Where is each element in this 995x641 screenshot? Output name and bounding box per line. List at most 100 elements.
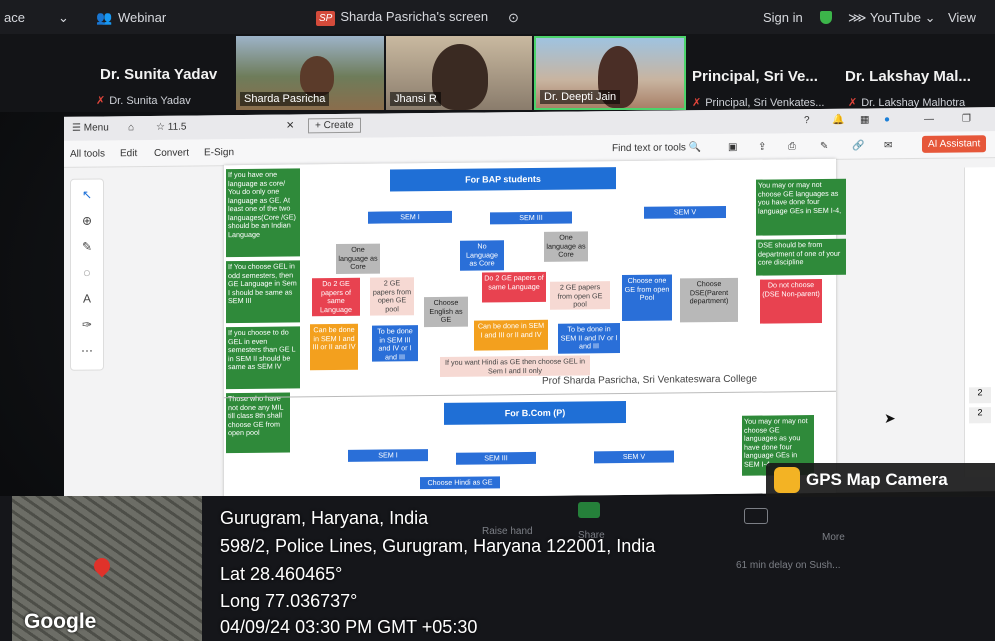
flow-node: Choose DSE(Parent department) bbox=[680, 277, 738, 323]
stamp-icon[interactable]: ✑ bbox=[79, 318, 95, 334]
google-logo: Google bbox=[24, 610, 97, 633]
captions-icon[interactable] bbox=[744, 508, 768, 524]
toolbar-item[interactable]: Edit bbox=[120, 148, 137, 159]
flow-node: Do 2 GE papers of same Language bbox=[482, 271, 546, 303]
guideline-box: Those who have not done any MIL till cla… bbox=[226, 392, 290, 454]
page-view-icon[interactable]: ▣ bbox=[728, 142, 737, 153]
sign-in-button[interactable]: Sign in bbox=[763, 10, 803, 25]
page-divider bbox=[224, 390, 836, 399]
page-number-badge: 2 bbox=[969, 387, 991, 404]
guideline-box: You may or may not choose GE languages a… bbox=[756, 178, 846, 236]
video-tile-name: Dr. Deepti Jain bbox=[540, 90, 621, 104]
apps-icon[interactable]: ▦ bbox=[860, 114, 869, 125]
app-label: ace bbox=[4, 10, 25, 25]
participant-name-large: Dr. Sunita Yadav bbox=[100, 66, 218, 83]
link-icon[interactable]: 🔗 bbox=[852, 140, 864, 151]
notification-icon[interactable]: 🔔 bbox=[832, 115, 844, 126]
create-label: Create bbox=[323, 119, 354, 132]
video-tile-name: Sharda Pasricha bbox=[240, 92, 330, 106]
semester-label: SEM V bbox=[644, 205, 726, 219]
flow-node: To be done in SEM III and IV or I and II… bbox=[372, 325, 418, 362]
restore-icon[interactable]: ❐ bbox=[962, 113, 971, 124]
more-options-icon[interactable]: ⊙ bbox=[508, 10, 519, 26]
section-title: For B.Com (P) bbox=[444, 400, 626, 425]
guideline-box: If you have one language as core/ You do… bbox=[226, 168, 300, 258]
toolbar-item[interactable]: Convert bbox=[154, 148, 189, 159]
video-tile-active-speaker[interactable]: Dr. Deepti Jain bbox=[534, 36, 686, 110]
semester-label: SEM V bbox=[594, 450, 674, 464]
select-cursor-icon[interactable]: ↖ bbox=[79, 188, 95, 204]
annotation-toolbar: ↖ ⊕ ✎ ◌ A ✑ ⋯ bbox=[70, 178, 104, 371]
guideline-box: If you choose to do GEL in even semester… bbox=[226, 326, 300, 390]
ai-assistant-button[interactable]: AI Assistant bbox=[922, 135, 987, 153]
mouse-cursor-icon: ➤ bbox=[884, 410, 896, 426]
participant-name-large: Dr. Lakshay Mal... bbox=[845, 68, 971, 85]
toolbar-item[interactable]: All tools bbox=[70, 148, 105, 159]
menu-label: Menu bbox=[83, 122, 109, 134]
map-thumbnail: Google bbox=[12, 496, 202, 641]
star-icon[interactable]: ☆ 11.5 bbox=[156, 122, 186, 133]
more-tools-icon[interactable]: ⋯ bbox=[79, 344, 95, 360]
lasso-icon[interactable]: ◌ bbox=[79, 266, 95, 282]
location-address: 598/2, Police Lines, Gurugram, Haryana 1… bbox=[220, 536, 656, 556]
text-box-icon[interactable]: A bbox=[79, 292, 95, 308]
latitude: Lat 28.460465° bbox=[220, 564, 343, 584]
semester-label: SEM I bbox=[368, 210, 452, 224]
flow-node: Choose Hindi as GE bbox=[420, 476, 500, 490]
participant-strip: Dr. Sunita Yadav ✗ Dr. Sunita Yadav Shard… bbox=[0, 34, 995, 112]
flow-node: No Language as Core bbox=[460, 240, 504, 271]
chevron-down-icon[interactable]: ⌄ bbox=[58, 10, 69, 26]
add-comment-icon[interactable]: ⊕ bbox=[79, 214, 95, 230]
participant-video bbox=[300, 56, 334, 96]
view-button[interactable]: View bbox=[948, 10, 976, 25]
guideline-box: DSE should be from department of one of … bbox=[756, 238, 846, 276]
youtube-label: YouTube bbox=[869, 10, 921, 25]
find-tools-label: Find text or tools bbox=[612, 142, 686, 155]
video-tile-name: Jhansi R bbox=[390, 92, 441, 106]
create-button[interactable]: + Create bbox=[308, 117, 361, 134]
video-tile[interactable]: Sharda Pasricha bbox=[236, 36, 384, 110]
gps-camera-brand: GPS Map Camera bbox=[806, 470, 948, 489]
share-screen-icon[interactable] bbox=[578, 502, 600, 518]
mic-muted-icon: ✗ bbox=[96, 95, 106, 107]
timestamp: 04/09/24 03:30 PM GMT +05:30 bbox=[220, 617, 478, 637]
webinar-label: Webinar bbox=[118, 10, 167, 25]
pen-icon[interactable]: ✎ bbox=[79, 240, 95, 256]
flow-note: If you want Hindi as GE then choose GEL … bbox=[440, 355, 590, 377]
right-side-panel: 2 2 bbox=[964, 167, 995, 478]
mail-icon[interactable]: ✉ bbox=[884, 140, 892, 151]
participant-name: ✗ Dr. Sunita Yadav bbox=[96, 94, 191, 107]
flow-node: To be done in SEM II and IV or I and III bbox=[558, 323, 620, 354]
comment-icon[interactable]: ✎ bbox=[820, 141, 828, 152]
menu-button[interactable]: ☰ Menu bbox=[72, 122, 109, 133]
flow-node: 2 GE papers from open GE pool bbox=[550, 281, 610, 310]
more-button[interactable]: More bbox=[822, 532, 845, 543]
account-icon[interactable]: ● bbox=[884, 114, 890, 125]
location-city: Gurugram, Haryana, India bbox=[220, 508, 429, 528]
webinar-icon: 👥 bbox=[96, 10, 113, 25]
flow-node: Do 2 GE papers of same Language bbox=[312, 277, 360, 317]
pdf-viewer-window: ☰ Menu ⌂ ☆ 11.5 ✕ + Create ? 🔔 ▦ ● — ❐ A… bbox=[64, 107, 995, 501]
flow-node: Choose one GE from open Pool bbox=[622, 274, 672, 322]
youtube-stream-button[interactable]: ⋙ YouTube ⌄ bbox=[848, 10, 935, 26]
upload-icon[interactable]: ⇪ bbox=[758, 142, 766, 153]
minimize-icon[interactable]: — bbox=[924, 114, 934, 125]
screen-share-indicator[interactable]: SP Sharda Pasricha's screen bbox=[316, 9, 488, 26]
flow-node: 2 GE papers from open GE pool bbox=[370, 277, 414, 316]
longitude: Long 77.036737° bbox=[220, 591, 358, 611]
mic-muted-icon: ✗ bbox=[848, 97, 858, 109]
semester-label: SEM III bbox=[456, 451, 536, 465]
semester-label: SEM I bbox=[348, 449, 428, 462]
toolbar-item[interactable]: E-Sign bbox=[204, 147, 234, 158]
home-icon[interactable]: ⌂ bbox=[128, 122, 134, 133]
video-tile[interactable]: Jhansi R bbox=[386, 36, 532, 110]
help-icon[interactable]: ? bbox=[804, 115, 810, 126]
close-tab-icon[interactable]: ✕ bbox=[286, 120, 294, 131]
section-title: For BAP students bbox=[390, 167, 616, 192]
flow-node: Can be done in SEM I and III or II and I… bbox=[474, 319, 548, 351]
find-tools-input[interactable]: Find text or tools 🔍 bbox=[612, 142, 701, 154]
flow-node: Do not choose (DSE Non-parent) bbox=[760, 278, 822, 324]
print-icon[interactable]: ⎙ bbox=[788, 141, 796, 152]
zoom-top-bar: ace ⌄ 👥 Webinar SP Sharda Pasricha's scre… bbox=[0, 0, 995, 34]
page-number-badge: 2 bbox=[969, 407, 991, 424]
